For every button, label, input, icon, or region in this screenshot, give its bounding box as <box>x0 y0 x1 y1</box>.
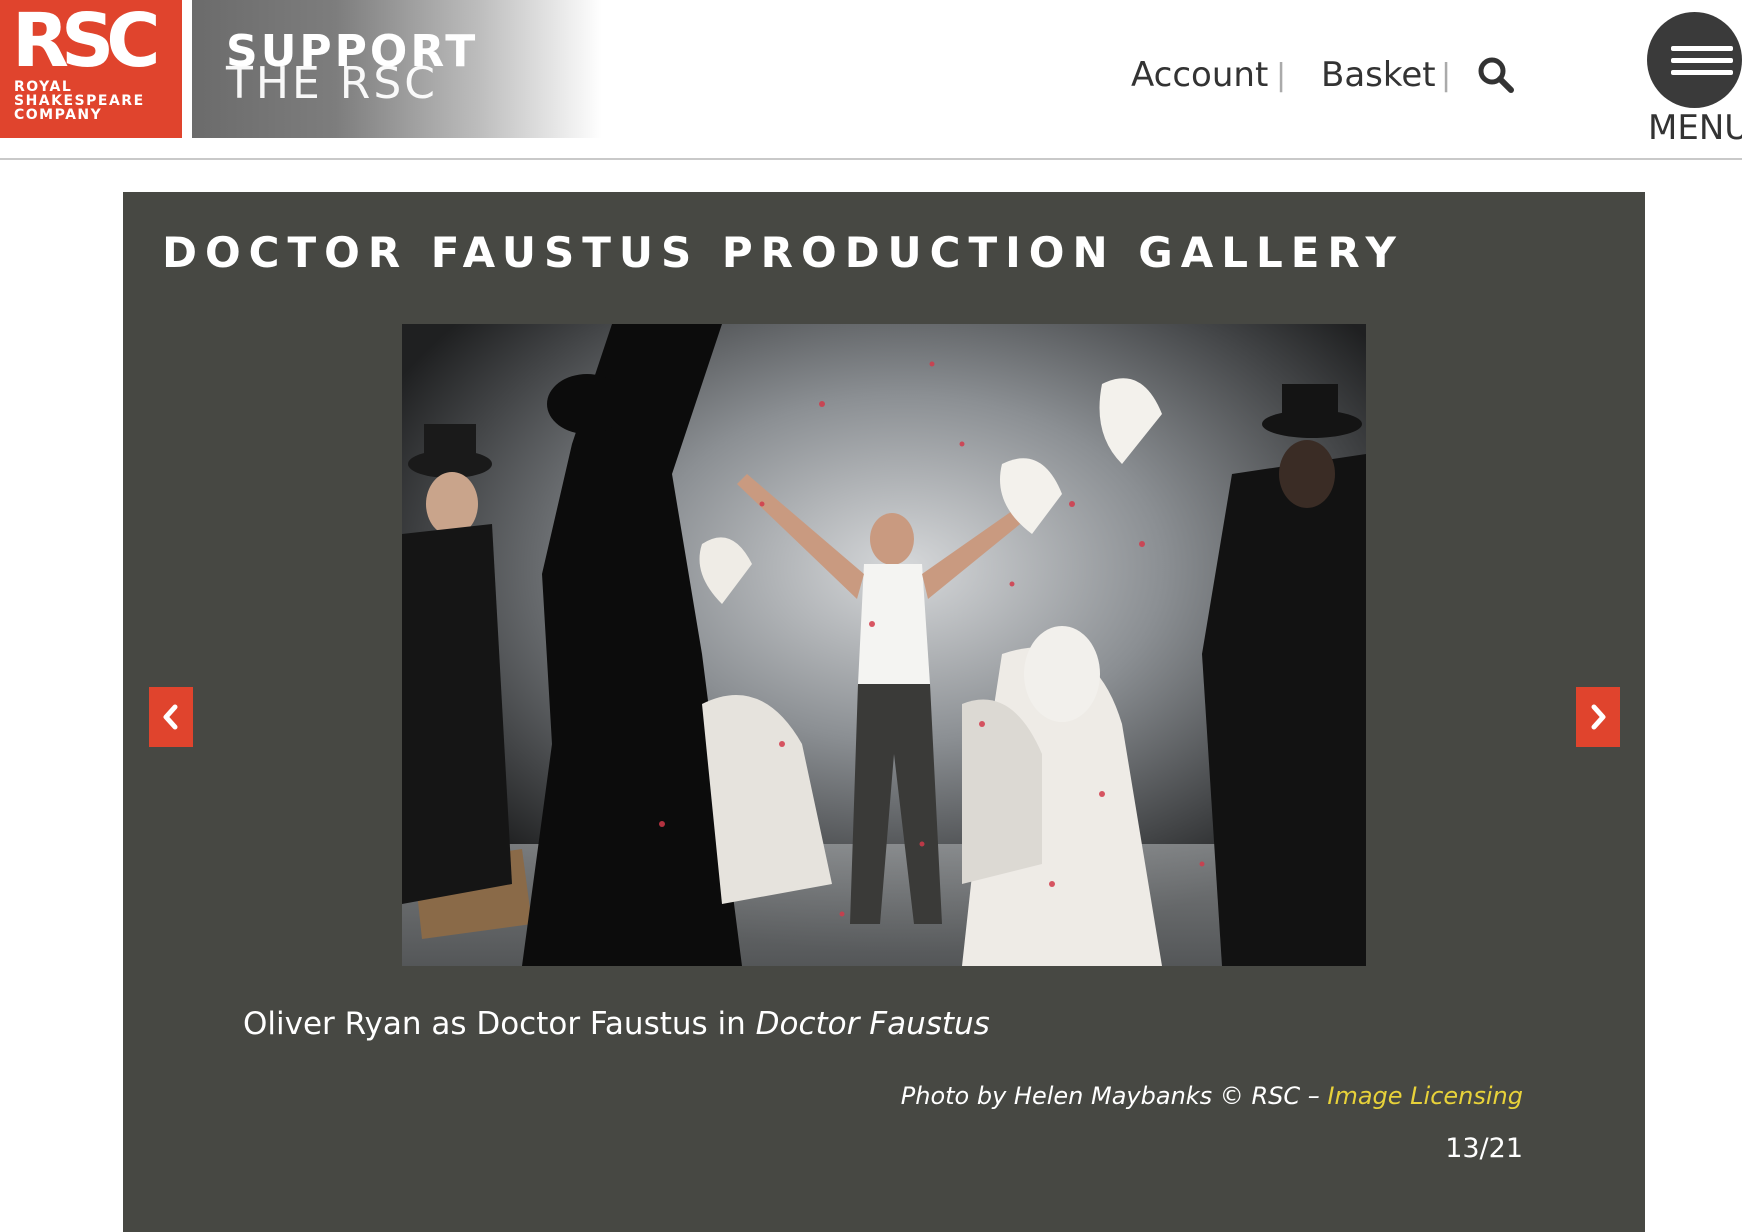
hamburger-icon <box>1671 46 1733 51</box>
basket-link[interactable]: Basket <box>1321 50 1436 100</box>
caption-text: Oliver Ryan as Doctor Faustus in <box>243 1006 756 1042</box>
logo-line-1: ROYAL <box>14 79 73 95</box>
search-icon <box>1478 57 1514 93</box>
support-line-2: THE RSC <box>226 58 438 109</box>
chevron-right-icon <box>1591 704 1606 730</box>
logo-line-2: SHAKESPEARE <box>14 93 145 109</box>
image-licensing-link[interactable]: Image Licensing <box>1327 1082 1523 1110</box>
hamburger-icon <box>1671 58 1733 63</box>
hamburger-icon <box>1671 70 1733 75</box>
rsc-logo-subtitle: ROYAL SHAKESPEARE COMPANY <box>14 80 145 122</box>
production-photo <box>402 324 1366 966</box>
production-photo-image <box>402 324 1366 966</box>
chevron-left-icon <box>163 704 178 730</box>
menu-label[interactable]: MENU <box>1648 108 1742 148</box>
nav-separator: | <box>1276 57 1287 93</box>
search-button[interactable] <box>1476 50 1524 100</box>
next-image-button[interactable] <box>1576 687 1620 747</box>
caption-production-title: Doctor Faustus <box>755 1006 990 1042</box>
previous-image-button[interactable] <box>149 687 193 747</box>
production-gallery: DOCTOR FAUSTUS PRODUCTION GALLERY Oliver… <box>123 192 1645 1232</box>
rsc-logo[interactable]: RSC ROYAL SHAKESPEARE COMPANY <box>0 0 182 138</box>
logo-line-3: COMPANY <box>14 107 103 123</box>
nav-separator: | <box>1441 57 1452 93</box>
gallery-title: DOCTOR FAUSTUS PRODUCTION GALLERY <box>162 228 1404 277</box>
site-header: RSC ROYAL SHAKESPEARE COMPANY SUPPORT TH… <box>0 0 1742 160</box>
image-counter: 13/21 <box>1445 1133 1523 1164</box>
menu-button[interactable] <box>1647 12 1742 108</box>
credit-text: Photo by Helen Maybanks © RSC – <box>900 1082 1328 1110</box>
rsc-logo-mark: RSC <box>12 0 161 84</box>
photo-credit: Photo by Helen Maybanks © RSC – Image Li… <box>901 1080 1523 1112</box>
photo-caption: Oliver Ryan as Doctor Faustus in Doctor … <box>243 1004 990 1044</box>
account-link[interactable]: Account <box>1131 50 1268 100</box>
support-the-rsc-banner[interactable]: SUPPORT THE RSC <box>192 0 602 138</box>
